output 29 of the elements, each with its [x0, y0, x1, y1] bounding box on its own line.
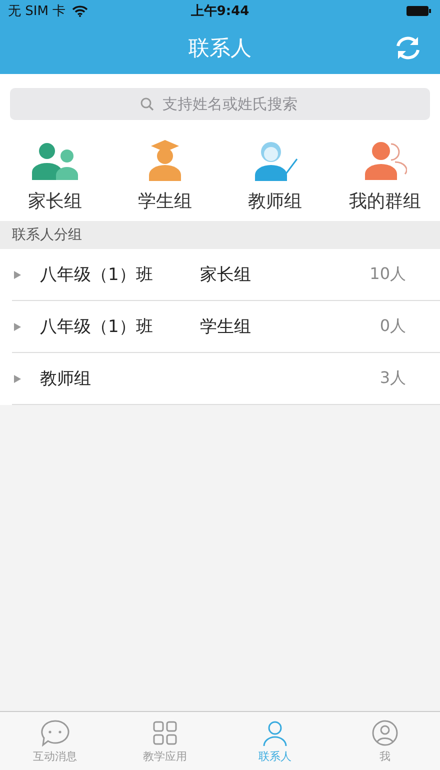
group-shortcut[interactable]: 家长组	[0, 139, 110, 213]
contact-group-row[interactable]: 八年级（1）班 家长组 10人	[12, 249, 440, 301]
group-name: 教师组	[40, 368, 92, 390]
battery-icon	[406, 5, 432, 17]
contact-group-row[interactable]: 八年级（1）班 学生组 0人	[12, 301, 440, 353]
member-count: 0人	[380, 316, 406, 337]
subgroup-name: 学生组	[200, 316, 251, 338]
group-shortcut[interactable]: 教师组	[220, 139, 330, 213]
search-icon	[140, 97, 154, 111]
wifi-icon	[72, 5, 88, 17]
contact-group-row[interactable]: 教师组 3人	[12, 353, 440, 405]
member-count: 10人	[370, 264, 406, 285]
section-header: 联系人分组	[0, 221, 440, 249]
group-name: 八年级（1）班	[40, 264, 154, 286]
person-icon	[261, 718, 289, 746]
carrier-text: 无 SIM 卡	[8, 3, 66, 20]
chat-icon	[40, 718, 70, 746]
refresh-icon[interactable]	[394, 35, 422, 61]
apps-icon	[151, 718, 179, 746]
subgroup-name: 家长组	[200, 264, 251, 286]
group-shortcut[interactable]: 我的群组	[330, 139, 440, 213]
member-count: 3人	[380, 368, 406, 389]
page-title: 联系人	[188, 35, 252, 62]
search-field[interactable]: 支持姓名或姓氏搜索	[10, 88, 430, 120]
group-icon	[363, 139, 407, 181]
group-name: 八年级（1）班	[40, 316, 154, 338]
user-icon	[371, 718, 399, 746]
group-shortcut[interactable]: 学生组	[110, 139, 220, 213]
status-time: 上午9:44	[190, 3, 250, 20]
